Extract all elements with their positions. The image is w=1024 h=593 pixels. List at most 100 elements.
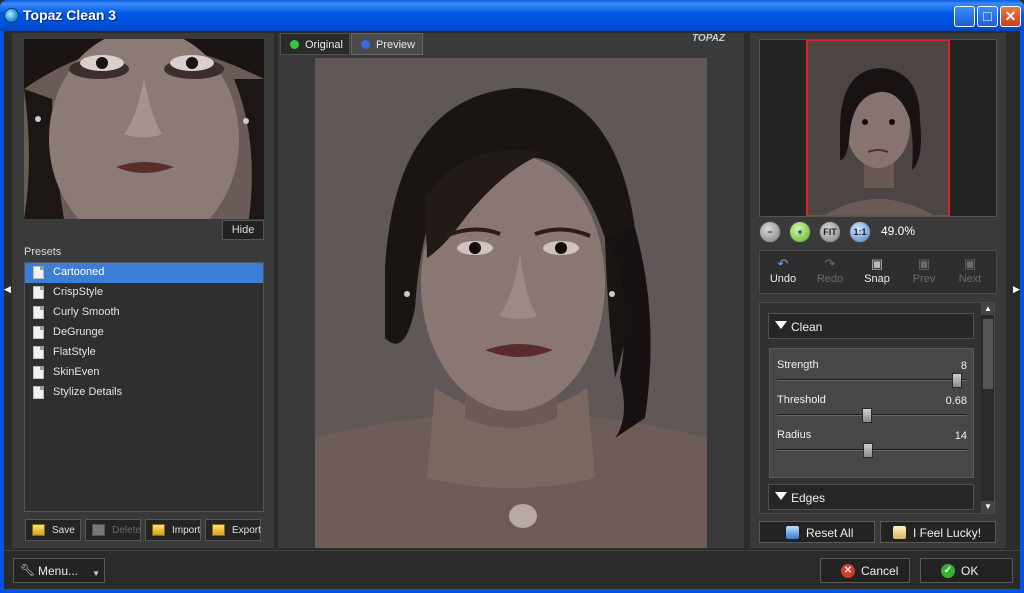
collapse-left-icon[interactable]: ◀ xyxy=(4,284,11,295)
left-panel: Hide Presets Cartooned CrispStyle Curly … xyxy=(12,33,274,548)
maximize-button[interactable]: □ xyxy=(977,6,998,27)
checkmark-icon: ✓ xyxy=(941,564,955,578)
center-panel: Original Preview TOPAZ xyxy=(278,33,744,548)
edges-section-header[interactable]: Edges xyxy=(768,484,974,510)
strength-label: Strength xyxy=(777,359,819,371)
preset-item-flatstyle[interactable]: FlatStyle xyxy=(25,343,263,363)
clean-sliders: Strength 8 Threshold 0.68 Radius 14 xyxy=(769,348,974,478)
feel-lucky-button[interactable]: I Feel Lucky! xyxy=(880,521,996,543)
collapse-right-icon[interactable]: ▶ xyxy=(1013,284,1020,295)
import-preset-button[interactable]: Import xyxy=(145,519,201,541)
undo-icon: ↶ xyxy=(777,256,789,271)
preset-label: DeGrunge xyxy=(53,326,104,338)
cancel-label: Cancel xyxy=(861,564,899,578)
preset-list[interactable]: Cartooned CrispStyle Curly Smooth DeGrun… xyxy=(24,262,264,512)
next-button[interactable]: ▣ Next xyxy=(950,255,990,291)
right-panel: − + FIT 1:1 49.0% ↶ Undo ↷ Redo ▣ Snap ▣… xyxy=(750,33,1006,548)
redo-button[interactable]: ↷ Redo xyxy=(810,255,850,291)
zoom-level: 49.0% xyxy=(881,224,916,238)
bottom-bar: 🔧︎ Menu... ▼ ✕ Cancel ✓ OK xyxy=(4,550,1020,589)
navigator-view-frame[interactable] xyxy=(806,40,950,216)
preset-item-crispstyle[interactable]: CrispStyle xyxy=(25,283,263,303)
topaz-logo: TOPAZ xyxy=(692,33,725,44)
reset-all-label: Reset All xyxy=(806,526,854,540)
preset-label: Stylize Details xyxy=(53,386,123,398)
preset-label: FlatStyle xyxy=(53,346,96,358)
close-button[interactable]: ✕ xyxy=(1000,6,1021,27)
preset-item-stylize-details[interactable]: Stylize Details xyxy=(25,383,263,403)
zoom-actual-button[interactable]: 1:1 xyxy=(849,221,871,243)
wrench-icon: 🔧︎ xyxy=(20,563,36,577)
scroll-up-icon[interactable]: ▲ xyxy=(981,303,994,315)
save-preset-button[interactable]: Save xyxy=(25,519,81,541)
hide-button[interactable]: Hide xyxy=(222,220,264,240)
strength-value: 8 xyxy=(960,360,967,372)
preset-label: SkinEven xyxy=(53,366,100,378)
triangle-down-icon xyxy=(775,321,787,329)
camera-icon: ▣ xyxy=(917,256,931,271)
preset-label: Cartooned xyxy=(53,266,105,278)
clean-section-header[interactable]: Clean xyxy=(768,313,974,339)
zoom-in-button[interactable]: + xyxy=(789,221,811,243)
adjustments-panel: Clean Strength 8 Threshold 0.68 Radius 1… xyxy=(759,302,995,514)
delete-preset-button[interactable]: Delete xyxy=(85,519,141,541)
menu-button[interactable]: 🔧︎ Menu... ▼ xyxy=(13,558,105,583)
threshold-label: Threshold xyxy=(777,394,826,406)
triangle-down-icon xyxy=(775,492,787,500)
edges-section-label: Edges xyxy=(791,491,826,505)
navigator-thumbnail[interactable] xyxy=(759,39,997,217)
preset-item-cartooned[interactable]: Cartooned xyxy=(25,263,263,283)
radius-slider-handle[interactable] xyxy=(863,443,873,458)
window-border-right xyxy=(1020,31,1024,590)
strength-track[interactable] xyxy=(777,373,967,388)
preset-item-degrunge[interactable]: DeGrunge xyxy=(25,323,263,343)
next-label: Next xyxy=(958,273,982,285)
prev-label: Prev xyxy=(912,273,936,285)
prev-button[interactable]: ▣ Prev xyxy=(904,255,944,291)
detail-thumbnail xyxy=(24,39,264,219)
portrait-preview-image xyxy=(315,58,707,548)
tab-preview[interactable]: Preview xyxy=(351,33,423,55)
face-closeup-image xyxy=(24,39,264,219)
snap-label: Snap xyxy=(864,273,890,285)
blue-dot-icon xyxy=(361,40,370,49)
preset-item-skineven[interactable]: SkinEven xyxy=(25,363,263,383)
import-label: Import xyxy=(172,525,201,536)
preset-item-curly-smooth[interactable]: Curly Smooth xyxy=(25,303,263,323)
window-border-left xyxy=(0,31,4,590)
undo-label: Undo xyxy=(769,273,797,285)
ok-label: OK xyxy=(961,564,979,578)
save-label: Save xyxy=(52,525,75,536)
scroll-down-icon[interactable]: ▼ xyxy=(981,501,994,513)
scrollbar-thumb[interactable] xyxy=(983,319,993,389)
strength-slider-handle[interactable] xyxy=(952,373,962,388)
menu-label: Menu... xyxy=(38,564,79,578)
feel-lucky-label: I Feel Lucky! xyxy=(913,526,982,540)
cancel-button[interactable]: ✕ Cancel xyxy=(820,558,910,583)
snap-button[interactable]: ▣ Snap xyxy=(857,255,897,291)
tab-original-label: Original xyxy=(305,39,343,51)
threshold-slider-handle[interactable] xyxy=(862,408,872,423)
adjustments-scrollbar[interactable]: ▲ ▼ xyxy=(981,303,994,513)
app-window: Topaz Clean 3 _ □ ✕ ◀ ▶ Hide Presets Car… xyxy=(0,0,1024,593)
preview-canvas[interactable] xyxy=(315,58,707,548)
zoom-out-button[interactable]: − xyxy=(759,221,781,243)
minimize-button[interactable]: _ xyxy=(954,6,975,28)
camera-icon: ▣ xyxy=(963,256,977,271)
redo-icon: ↷ xyxy=(824,256,836,271)
undo-button[interactable]: ↶ Undo xyxy=(763,255,803,291)
title-bar[interactable]: Topaz Clean 3 _ □ ✕ xyxy=(0,0,1024,31)
export-preset-button[interactable]: Export xyxy=(205,519,261,541)
zoom-fit-button[interactable]: FIT xyxy=(819,221,841,243)
green-dot-icon xyxy=(290,40,299,49)
preset-file-icon xyxy=(33,366,44,379)
dice-icon xyxy=(893,526,906,539)
radius-track[interactable] xyxy=(777,443,967,458)
ok-button[interactable]: ✓ OK xyxy=(920,558,1013,583)
tab-original[interactable]: Original xyxy=(280,33,350,55)
preset-label: Curly Smooth xyxy=(53,306,120,318)
threshold-track[interactable] xyxy=(777,408,967,423)
preset-file-icon xyxy=(33,346,44,359)
maximize-icon: □ xyxy=(983,8,992,24)
reset-all-button[interactable]: Reset All xyxy=(759,521,875,543)
